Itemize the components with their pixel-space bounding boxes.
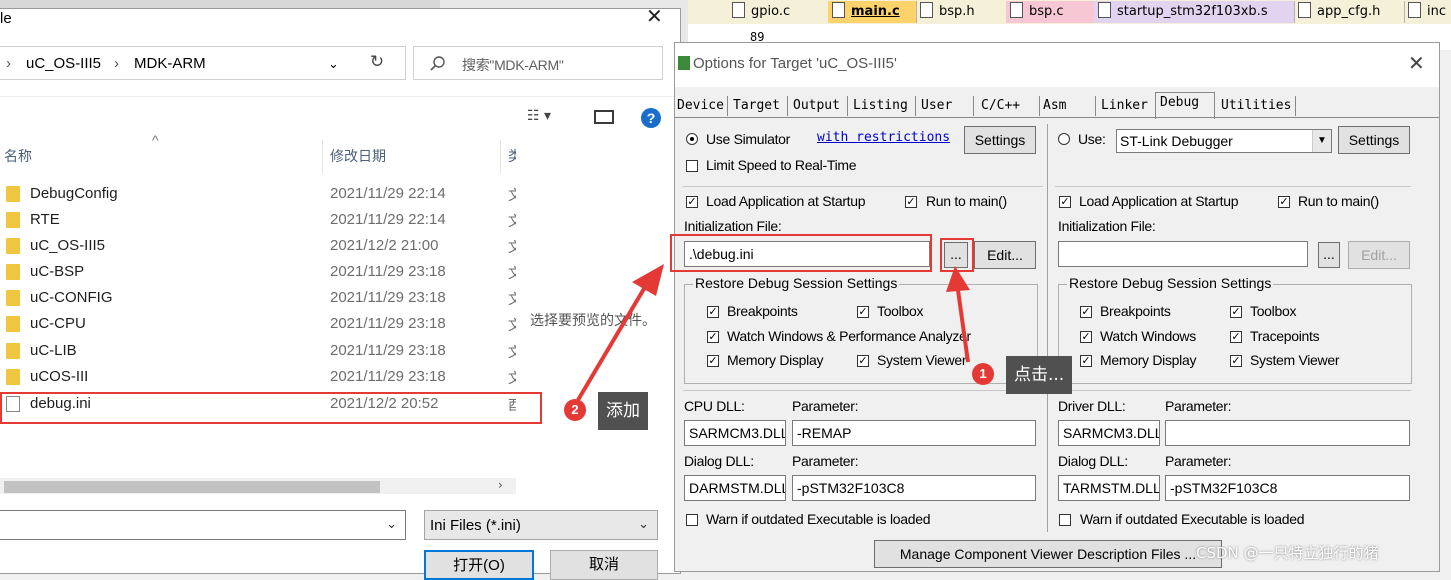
annotation-arrows — [576, 264, 970, 402]
arrow-head-1 — [946, 266, 970, 292]
arrow-head-2 — [632, 264, 664, 296]
step-tooltip-1: 点击... — [1006, 356, 1073, 394]
arrow-line-2 — [576, 280, 650, 402]
step-tooltip-2: 添加 — [598, 392, 648, 430]
step-badge-2: 2 — [564, 399, 586, 421]
arrow-line-1 — [956, 289, 970, 363]
watermark: CSDN @一只特立独行的猪 — [1196, 544, 1379, 562]
step-badge-1: 1 — [972, 363, 994, 385]
